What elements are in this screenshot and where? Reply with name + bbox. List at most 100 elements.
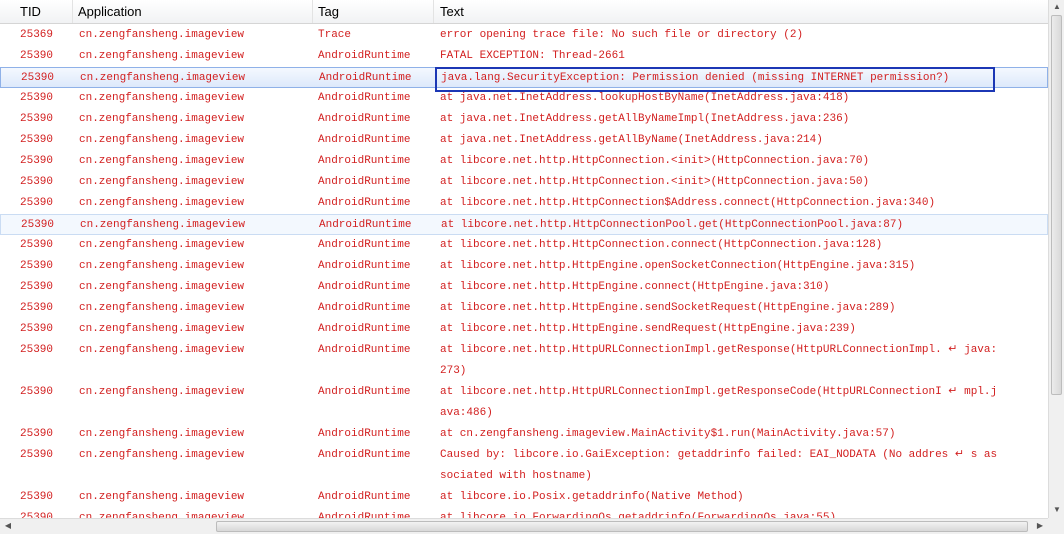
column-header-tag[interactable]: Tag xyxy=(314,0,432,23)
table-row[interactable]: 25390 cn.zengfansheng.imageview AndroidRun… xyxy=(0,382,1048,424)
tag-cell: AndroidRuntime xyxy=(318,260,411,272)
tag-cell: AndroidRuntime xyxy=(318,386,411,398)
application-cell: cn.zengfansheng.imageview xyxy=(79,50,245,62)
table-row[interactable]: 25390 cn.zengfansheng.imageview AndroidRun… xyxy=(0,424,1048,445)
text-cell: at libcore.net.http.HttpConnection$Addre… xyxy=(440,197,936,209)
tag-cell: AndroidRuntime xyxy=(318,176,411,188)
log-table: 25369 cn.zengfansheng.imageview Trace error… xyxy=(0,24,1048,518)
tid-cell: 25390 xyxy=(21,72,55,84)
tid-cell: 25390 xyxy=(20,176,54,188)
table-row[interactable]: 25390 cn.zengfansheng.imageview AndroidRun… xyxy=(0,298,1048,319)
tag-cell: Trace xyxy=(318,29,352,41)
table-row[interactable]: 25390 cn.zengfansheng.imageview AndroidRun… xyxy=(0,109,1048,130)
application-cell: cn.zengfansheng.imageview xyxy=(79,491,245,503)
table-row[interactable]: 25390 cn.zengfansheng.imageview AndroidRun… xyxy=(0,235,1048,256)
table-row[interactable]: 25390 cn.zengfansheng.imageview AndroidRun… xyxy=(0,151,1048,172)
text-cell: at libcore.net.http.HttpConnection.<init… xyxy=(440,155,870,167)
tid-cell: 25390 xyxy=(21,219,55,231)
table-row[interactable]: 25390 cn.zengfansheng.imageview AndroidRun… xyxy=(0,214,1048,235)
table-row[interactable]: 25390 cn.zengfansheng.imageview AndroidRun… xyxy=(0,193,1048,214)
tag-cell: AndroidRuntime xyxy=(318,92,411,104)
text-cell: at libcore.net.http.HttpConnection.conne… xyxy=(440,239,883,251)
application-cell: cn.zengfansheng.imageview xyxy=(79,323,245,335)
application-cell: cn.zengfansheng.imageview xyxy=(79,239,245,251)
table-row[interactable]: 25390 cn.zengfansheng.imageview AndroidRun… xyxy=(0,445,1048,487)
scroll-left-arrow-icon[interactable]: ◀ xyxy=(0,519,16,533)
application-cell: cn.zengfansheng.imageview xyxy=(79,113,245,125)
application-cell: cn.zengfansheng.imageview xyxy=(79,155,245,167)
tag-cell: AndroidRuntime xyxy=(318,155,411,167)
tag-cell: AndroidRuntime xyxy=(319,219,412,231)
table-row[interactable]: 25390 cn.zengfansheng.imageview AndroidRun… xyxy=(0,130,1048,151)
table-row[interactable]: 25390 cn.zengfansheng.imageview AndroidRun… xyxy=(0,88,1048,109)
tid-cell: 25390 xyxy=(20,239,54,251)
table-row[interactable]: 25390 cn.zengfansheng.imageview AndroidRun… xyxy=(0,508,1048,518)
table-row[interactable]: 25390 cn.zengfansheng.imageview AndroidRun… xyxy=(0,256,1048,277)
column-divider[interactable] xyxy=(433,0,434,23)
tid-cell: 25390 xyxy=(20,113,54,125)
application-cell: cn.zengfansheng.imageview xyxy=(79,197,245,209)
text-cell: at libcore.net.http.HttpConnection.<init… xyxy=(440,176,870,188)
application-cell: cn.zengfansheng.imageview xyxy=(79,260,245,272)
table-row[interactable]: 25390 cn.zengfansheng.imageview AndroidRun… xyxy=(0,172,1048,193)
scroll-up-arrow-icon[interactable]: ▲ xyxy=(1049,0,1064,14)
application-cell: cn.zengfansheng.imageview xyxy=(79,92,245,104)
text-cell: java.lang.SecurityException: Permission … xyxy=(441,72,950,84)
tag-cell: AndroidRuntime xyxy=(319,72,412,84)
application-cell: cn.zengfansheng.imageview xyxy=(79,134,245,146)
vertical-scroll-thumb[interactable] xyxy=(1051,15,1062,395)
tid-cell: 25390 xyxy=(20,92,54,104)
tid-cell: 25369 xyxy=(20,29,54,41)
table-row[interactable]: 25390 cn.zengfansheng.imageview AndroidRun… xyxy=(0,46,1048,67)
table-row[interactable]: 25390 cn.zengfansheng.imageview AndroidRun… xyxy=(0,67,1048,92)
text-cell: at libcore.net.http.HttpEngine.openSocke… xyxy=(440,260,916,272)
application-cell: cn.zengfansheng.imageview xyxy=(79,344,245,356)
column-header-application[interactable]: Application xyxy=(74,0,312,23)
tag-cell: AndroidRuntime xyxy=(318,302,411,314)
text-cell: at java.net.InetAddress.getAllByNameImpl… xyxy=(440,113,850,125)
scrollbar-corner xyxy=(1048,518,1064,534)
column-divider[interactable] xyxy=(312,0,313,23)
text-cell: at libcore.net.http.HttpURLConnectionImp… xyxy=(440,386,998,419)
tid-cell: 25390 xyxy=(20,197,54,209)
scroll-down-arrow-icon[interactable]: ▼ xyxy=(1049,503,1064,517)
text-cell: at libcore.net.http.HttpConnectionPool.g… xyxy=(441,219,904,231)
tid-cell: 25390 xyxy=(20,491,54,503)
tag-cell: AndroidRuntime xyxy=(318,449,411,461)
tid-cell: 25390 xyxy=(20,386,54,398)
column-header: TID Application Tag Text xyxy=(0,0,1064,24)
table-row[interactable]: 25390 cn.zengfansheng.imageview AndroidRun… xyxy=(0,487,1048,508)
table-row[interactable]: 25369 cn.zengfansheng.imageview Trace error… xyxy=(0,25,1048,46)
tid-cell: 25390 xyxy=(20,449,54,461)
tag-cell: AndroidRuntime xyxy=(318,491,411,503)
column-divider[interactable] xyxy=(72,0,73,23)
text-cell: FATAL EXCEPTION: Thread-2661 xyxy=(440,50,625,62)
application-cell: cn.zengfansheng.imageview xyxy=(79,428,245,440)
column-header-tid[interactable]: TID xyxy=(16,0,72,23)
application-cell: cn.zengfansheng.imageview xyxy=(79,512,245,518)
table-row[interactable]: 25390 cn.zengfansheng.imageview AndroidRun… xyxy=(0,277,1048,298)
vertical-scrollbar[interactable]: ▲ ▼ xyxy=(1048,0,1064,518)
application-cell: cn.zengfansheng.imageview xyxy=(80,72,246,84)
tid-cell: 25390 xyxy=(20,428,54,440)
application-cell: cn.zengfansheng.imageview xyxy=(79,281,245,293)
column-header-text[interactable]: Text xyxy=(436,0,1036,23)
horizontal-scroll-thumb[interactable] xyxy=(216,521,1028,532)
application-cell: cn.zengfansheng.imageview xyxy=(80,219,246,231)
text-cell: at java.net.InetAddress.getAllByName(Ine… xyxy=(440,134,823,146)
table-row[interactable]: 25390 cn.zengfansheng.imageview AndroidRun… xyxy=(0,319,1048,340)
tag-cell: AndroidRuntime xyxy=(318,134,411,146)
text-cell: at libcore.net.http.HttpEngine.sendSocke… xyxy=(440,302,896,314)
application-cell: cn.zengfansheng.imageview xyxy=(79,29,245,41)
tag-cell: AndroidRuntime xyxy=(318,281,411,293)
horizontal-scrollbar[interactable]: ◀ ▶ xyxy=(0,518,1048,534)
tag-cell: AndroidRuntime xyxy=(318,239,411,251)
tag-cell: AndroidRuntime xyxy=(318,50,411,62)
tag-cell: AndroidRuntime xyxy=(318,197,411,209)
text-cell: error opening trace file: No such file o… xyxy=(440,29,804,41)
application-cell: cn.zengfansheng.imageview xyxy=(79,386,245,398)
scroll-right-arrow-icon[interactable]: ▶ xyxy=(1032,519,1048,533)
tag-cell: AndroidRuntime xyxy=(318,113,411,125)
application-cell: cn.zengfansheng.imageview xyxy=(79,302,245,314)
table-row[interactable]: 25390 cn.zengfansheng.imageview AndroidRun… xyxy=(0,340,1048,382)
